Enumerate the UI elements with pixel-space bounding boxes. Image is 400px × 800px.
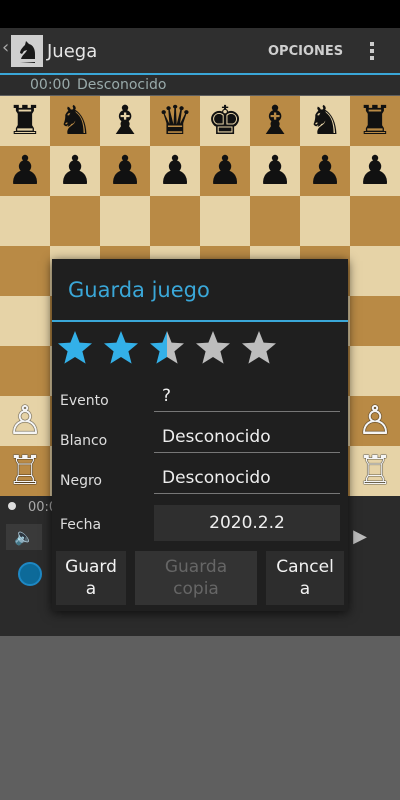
black-king-icon[interactable]: ♚ — [207, 101, 243, 141]
save-button-label: Guarda — [65, 557, 117, 599]
black-pawn-icon[interactable]: ♟ — [357, 151, 393, 191]
black-pawn-icon[interactable]: ♟ — [7, 151, 43, 191]
clock-bar: 00:00 Desconocido — [0, 75, 400, 95]
board-square[interactable] — [250, 196, 300, 246]
save-game-dialog: Guarda juego Evento ? Blanco Desconocido… — [52, 259, 348, 611]
board-square[interactable]: ♖ — [350, 446, 400, 496]
dialog-title-divider — [52, 320, 348, 322]
black-knight-icon[interactable]: ♞ — [57, 101, 93, 141]
black-knight-icon[interactable]: ♞ — [307, 101, 343, 141]
star-icon[interactable] — [194, 329, 232, 367]
board-square[interactable] — [50, 196, 100, 246]
white-label: Blanco — [60, 433, 108, 449]
board-square[interactable]: ♜ — [350, 96, 400, 146]
event-label: Evento — [60, 393, 109, 409]
player-name: Desconocido — [77, 77, 167, 93]
board-square[interactable]: ♟ — [100, 146, 150, 196]
date-label: Fecha — [60, 517, 102, 533]
white-pawn-icon[interactable]: ♙ — [357, 401, 393, 441]
board-square[interactable] — [0, 246, 50, 296]
white-value: Desconocido — [162, 427, 271, 447]
board-square[interactable]: ♝ — [100, 96, 150, 146]
black-rook-icon[interactable]: ♜ — [357, 101, 393, 141]
record-dot-icon — [8, 502, 16, 510]
board-square[interactable] — [100, 196, 150, 246]
save-copy-button-label: Guarda copia — [164, 557, 228, 599]
star-icon[interactable] — [240, 329, 278, 367]
board-square[interactable]: ♞ — [300, 96, 350, 146]
event-value: ? — [162, 386, 172, 406]
player-clock: 00:00 — [30, 77, 71, 93]
star-icon[interactable] — [56, 329, 94, 367]
black-pawn-icon[interactable]: ♟ — [307, 151, 343, 191]
black-pawn-icon[interactable]: ♟ — [107, 151, 143, 191]
white-rook-icon[interactable]: ♖ — [357, 451, 393, 491]
date-picker[interactable]: 2020.2.2 — [154, 505, 340, 541]
board-square[interactable]: ♝ — [250, 96, 300, 146]
board-square[interactable] — [350, 246, 400, 296]
black-player-field[interactable]: Desconocido — [154, 465, 340, 494]
black-bishop-icon[interactable]: ♝ — [257, 101, 293, 141]
board-square[interactable]: ♖ — [0, 446, 50, 496]
white-pawn-icon[interactable]: ♙ — [7, 401, 43, 441]
black-pawn-icon[interactable]: ♟ — [157, 151, 193, 191]
board-square[interactable]: ♜ — [0, 96, 50, 146]
star-icon[interactable] — [148, 329, 186, 367]
board-square[interactable]: ♟ — [350, 146, 400, 196]
board-square[interactable] — [350, 196, 400, 246]
star-icon[interactable] — [102, 329, 140, 367]
black-pawn-icon[interactable]: ♟ — [207, 151, 243, 191]
board-square[interactable] — [150, 196, 200, 246]
board-square[interactable]: ♟ — [300, 146, 350, 196]
back-icon[interactable]: ‹ — [2, 37, 9, 58]
board-square[interactable] — [300, 196, 350, 246]
board-square[interactable] — [0, 346, 50, 396]
black-pawn-icon[interactable]: ♟ — [57, 151, 93, 191]
board-square[interactable] — [350, 346, 400, 396]
white-rook-icon[interactable]: ♖ — [7, 451, 43, 491]
board-square[interactable]: ♟ — [0, 146, 50, 196]
board-square[interactable]: ♚ — [200, 96, 250, 146]
cancel-button[interactable]: Cancela — [266, 551, 344, 605]
board-square[interactable]: ♙ — [0, 396, 50, 446]
board-square[interactable] — [200, 196, 250, 246]
board-square[interactable]: ♟ — [150, 146, 200, 196]
options-menu-button[interactable]: OPCIONES — [268, 44, 343, 59]
dialog-title: Guarda juego — [68, 278, 210, 302]
board-square[interactable]: ♟ — [50, 146, 100, 196]
black-rook-icon[interactable]: ♜ — [7, 101, 43, 141]
white-player-field[interactable]: Desconocido — [154, 424, 340, 453]
app-title: Juega — [47, 41, 98, 62]
black-label: Negro — [60, 473, 102, 489]
app-bar: ‹ Juega OPCIONES — [0, 28, 400, 74]
status-bar — [0, 0, 400, 28]
save-button[interactable]: Guarda — [56, 551, 126, 605]
app-logo-knight-icon — [11, 35, 43, 67]
more-options-icon[interactable] — [364, 40, 380, 62]
board-square[interactable] — [350, 296, 400, 346]
board-square[interactable]: ♟ — [200, 146, 250, 196]
board-square[interactable]: ♞ — [50, 96, 100, 146]
board-square[interactable]: ♙ — [350, 396, 400, 446]
black-pawn-icon[interactable]: ♟ — [257, 151, 293, 191]
event-field[interactable]: ? — [154, 383, 340, 412]
board-square[interactable]: ♟ — [250, 146, 300, 196]
black-value: Desconocido — [162, 468, 271, 488]
volume-icon[interactable]: 🔈 — [6, 524, 42, 550]
radio-toggle[interactable] — [18, 562, 42, 586]
board-square[interactable]: ♛ — [150, 96, 200, 146]
black-queen-icon[interactable]: ♛ — [157, 101, 193, 141]
board-square[interactable] — [0, 196, 50, 246]
cancel-button-label: Cancela — [276, 557, 334, 599]
board-square[interactable] — [0, 296, 50, 346]
save-copy-button: Guarda copia — [135, 551, 257, 605]
black-bishop-icon[interactable]: ♝ — [107, 101, 143, 141]
